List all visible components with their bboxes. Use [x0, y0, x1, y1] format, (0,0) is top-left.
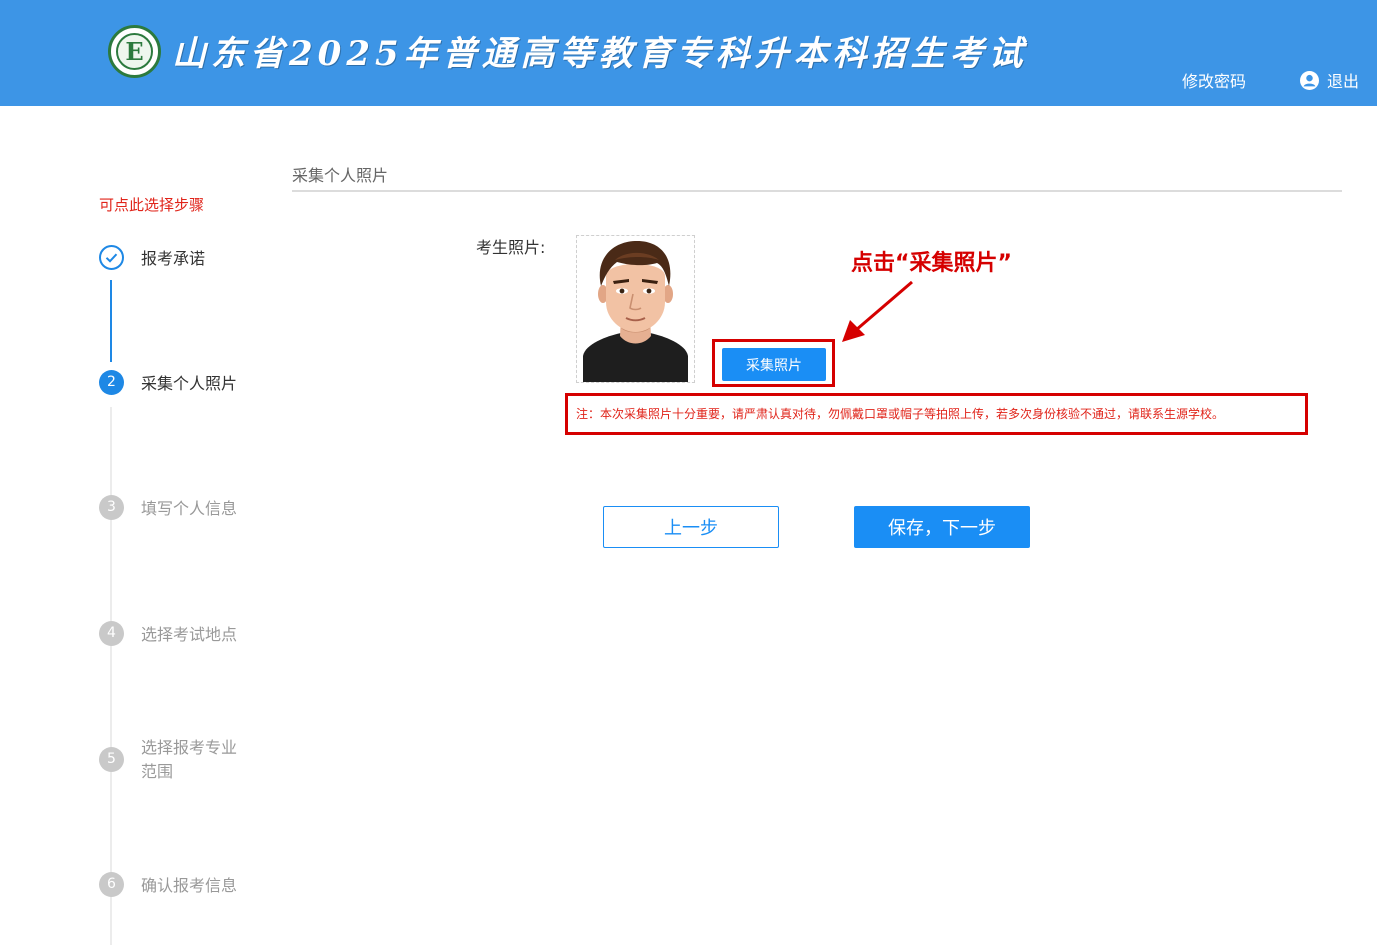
- user-icon: [1300, 71, 1319, 90]
- step-number: 3: [99, 495, 124, 520]
- logo-emblem: E: [116, 33, 153, 70]
- step-label: 报考承诺: [141, 249, 206, 268]
- section-divider: [292, 190, 1342, 192]
- check-icon: [99, 245, 124, 270]
- step-number: 5: [99, 747, 124, 772]
- capture-photo-button[interactable]: 采集照片: [722, 348, 826, 381]
- photo-label: 考生照片:: [476, 238, 546, 257]
- photo-note: 注：本次采集照片十分重要，请严肃认真对待，勿佩戴口罩或帽子等拍照上传，若多次身份…: [576, 407, 1225, 421]
- change-password-link[interactable]: 修改密码: [1182, 68, 1246, 92]
- logout-label: 退出: [1327, 72, 1360, 91]
- step-number: 4: [99, 621, 124, 646]
- save-next-button[interactable]: 保存，下一步: [854, 506, 1030, 548]
- step-connector-pending: [110, 407, 112, 945]
- previous-step-button[interactable]: 上一步: [603, 506, 779, 548]
- portrait-image: [577, 236, 694, 382]
- step-label: 填写个人信息: [141, 499, 238, 518]
- app-title: 山东省2025年普通高等教育专科升本科招生考试: [172, 34, 1028, 74]
- top-header: E 山东省2025年普通高等教育专科升本科招生考试 修改密码 退出: [0, 0, 1377, 106]
- candidate-photo: [576, 235, 695, 383]
- step-number: 6: [99, 872, 124, 897]
- logout-link[interactable]: 退出: [1300, 68, 1359, 92]
- logo-letter: E: [125, 37, 144, 66]
- step-label: 确认报考信息: [141, 876, 238, 895]
- step-connector-done: [110, 280, 112, 362]
- section-title: 采集个人照片: [292, 166, 389, 185]
- step-number: 2: [99, 370, 124, 395]
- logo: E: [108, 25, 161, 78]
- callout-label: 点击“采集照片”: [851, 251, 1012, 276]
- callout-arrow-icon: [842, 280, 913, 342]
- step-hint: 可点此选择步骤: [99, 196, 205, 214]
- step-label: 采集个人照片: [141, 374, 238, 393]
- step-label: 选择考试地点: [141, 625, 238, 644]
- step-label: 选择报考专业范围: [141, 738, 238, 781]
